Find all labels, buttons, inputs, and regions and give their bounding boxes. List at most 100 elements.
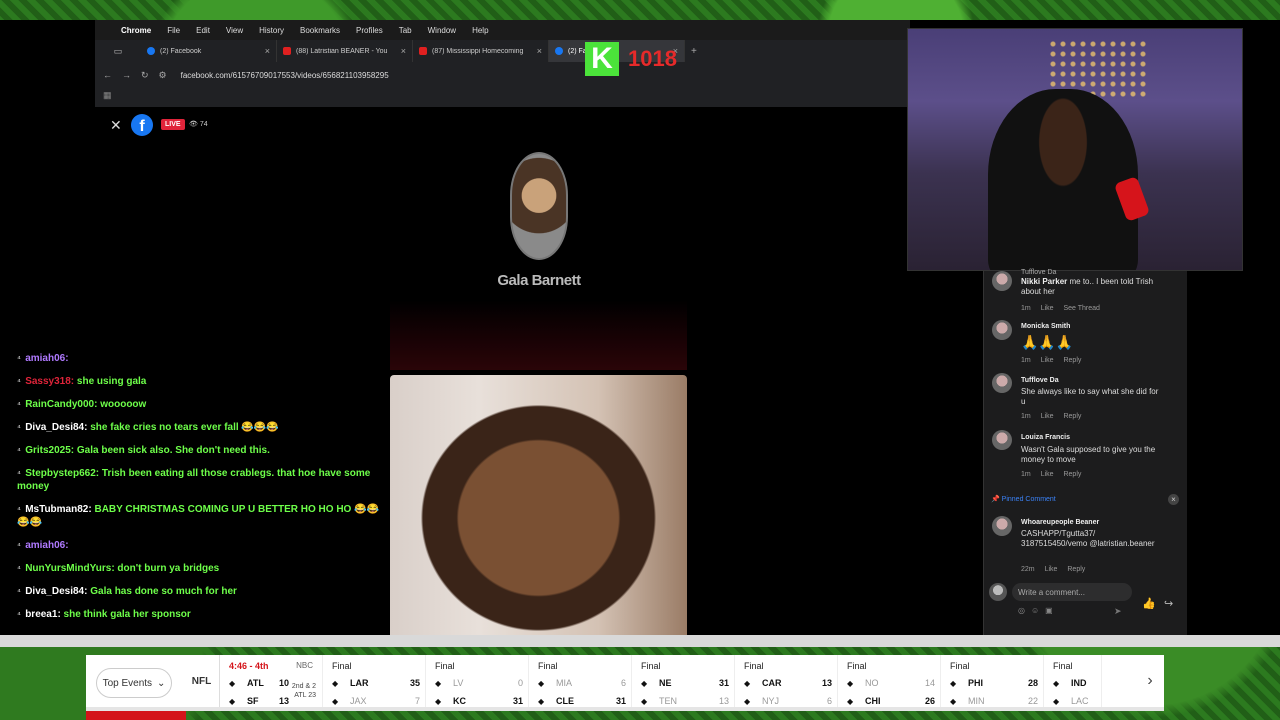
chat-username[interactable]: RainCandy000 [25,399,94,410]
chat-message: ⁴ MsTubman82: BABY CHRISTMAS COMING UP U… [17,503,382,529]
eye-icon: 👁 [189,121,200,128]
like-link[interactable]: Like [1041,305,1054,312]
tab-close-icon[interactable]: × [401,46,406,56]
forward-icon[interactable]: → [122,70,131,80]
game-status: Final [435,661,455,671]
reply-to-name[interactable]: Nikki Parker [1021,277,1067,286]
menu-profiles[interactable]: Profiles [356,26,383,35]
chat-username[interactable]: NunYursMindYurs [25,563,111,574]
facebook-logo-icon[interactable]: f [131,114,153,136]
gif-icon[interactable]: ▣ [1045,606,1059,615]
chat-username[interactable]: amiah06 [25,540,65,551]
see-thread-link[interactable]: See Thread [1063,305,1099,312]
site-info-icon[interactable]: ⚙ [159,70,167,81]
comment-author[interactable]: Whoareupeople Beaner [1021,519,1099,526]
url-text[interactable]: facebook.com/61576709017553/videos/65682… [181,71,389,80]
like-link[interactable]: Like [1041,413,1054,420]
tab-facebook-1[interactable]: (2) Facebook × [141,40,277,62]
comment-author[interactable]: Louiza Francis [1021,434,1070,441]
chat-username[interactable]: Grits2025 [25,445,71,456]
chat-username[interactable]: Sassy318 [25,376,71,387]
facebook-favicon-icon [147,47,155,55]
chat-username[interactable]: amiah06 [25,353,65,364]
top-events-dropdown[interactable]: Top Events ⌄ [96,668,172,698]
ticker-game[interactable]: 4:46 - 4th NBC ◆ ATL 10 ◆ SF 13 2nd & 2 ATL 23 [220,655,323,707]
comment-input[interactable] [1012,583,1132,601]
menu-help[interactable]: Help [472,26,488,35]
chat-text: don't burn ya bridges [117,563,220,574]
menu-view[interactable]: View [226,26,243,35]
reply-link[interactable]: Reply [1067,566,1085,573]
ticker-game[interactable]: Final ◆ LV 0 ◆ KC 31 [426,655,529,707]
ticker-game[interactable]: Final ◆ IND ◆ LAC [1044,655,1102,707]
tab-youtube-2[interactable]: (87) Mississippi Homecoming × [413,40,549,62]
emoji-icon[interactable]: ☺ [1031,606,1045,615]
tab-search-icon[interactable]: ▭ [95,40,141,62]
new-tab-icon[interactable]: + [691,46,697,57]
team-score: 26 [924,696,935,706]
chat-badge-icon: ⁴ [17,446,24,455]
thumbs-up-icon[interactable]: 👍 [1142,597,1156,610]
chat-username[interactable]: breea1 [25,609,57,620]
browser-window: ▭ (2) Facebook × (88) Latristian BEANER … [95,40,910,107]
tab-close-icon[interactable]: × [265,46,270,56]
chat-username[interactable]: Diva_Desi84 [25,586,84,597]
menu-file[interactable]: File [167,26,180,35]
avatar[interactable] [992,373,1012,393]
reply-link[interactable]: Reply [1063,357,1081,364]
comment-author[interactable]: Monicka Smith [1021,323,1070,330]
chat-username[interactable]: Stepbystep662 [25,468,96,479]
menu-history[interactable]: History [259,26,284,35]
team-row: ◆ NYJ 6 [744,696,832,706]
send-icon[interactable]: ➤ [1114,606,1122,617]
kick-logo-icon: K [585,42,619,76]
chat-message: ⁴ Diva_Desi84: she fake cries no tears e… [17,421,382,434]
menu-tab[interactable]: Tab [399,26,412,35]
sticker-icon[interactable]: ◎ [1018,606,1031,615]
ticker-game[interactable]: Final ◆ NO 14 ◆ CHI 26 [838,655,941,707]
team-logo-icon: ◆ [435,696,442,706]
chat-username[interactable]: MsTubman82 [25,504,88,515]
team-logo-icon: ◆ [641,678,648,688]
close-pinned-icon[interactable]: × [1168,494,1179,505]
comment-author[interactable]: Tufflove Da [1021,377,1059,384]
avatar[interactable] [992,516,1012,536]
like-link[interactable]: Like [1045,566,1058,573]
team-row: ◆ IND [1053,678,1098,688]
chat-badge-icon: ⁴ [17,587,24,596]
reply-link[interactable]: Reply [1063,413,1081,420]
ticker-game[interactable]: Final ◆ CAR 13 ◆ NYJ 6 [735,655,838,707]
menu-bookmarks[interactable]: Bookmarks [300,26,340,35]
avatar[interactable] [992,271,1012,291]
team-logo-icon: ◆ [229,696,236,706]
like-link[interactable]: Like [1041,357,1054,364]
tab-youtube-1[interactable]: (88) Latristian BEANER - You × [277,40,413,62]
avatar[interactable] [992,320,1012,340]
ticker-game[interactable]: Final ◆ MIA 6 ◆ CLE 31 [529,655,632,707]
close-icon[interactable]: ✕ [110,117,122,134]
game-status: Final [744,661,764,671]
reload-icon[interactable]: ↻ [141,70,149,81]
chat-username[interactable]: Diva_Desi84 [25,422,84,433]
league-label[interactable]: NFL [184,655,220,707]
game-status: Final [641,661,661,671]
kick-count: 1018 [628,46,677,71]
chevron-right-icon[interactable]: › [1136,655,1164,707]
team-row: ◆ LV 0 [435,678,523,688]
ticker-game[interactable]: Final ◆ PHI 28 ◆ MIN 22 [941,655,1044,707]
like-link[interactable]: Like [1041,471,1054,478]
ticker-game[interactable]: Final ◆ LAR 35 ◆ JAX 7 [323,655,426,707]
apps-grid-icon[interactable]: ▦ [103,90,112,101]
team-row: ◆ JAX 7 [332,696,420,706]
menu-edit[interactable]: Edit [196,26,210,35]
back-icon[interactable]: ← [103,70,112,80]
share-icon[interactable]: ↪ [1164,597,1173,610]
menu-window[interactable]: Window [428,26,456,35]
ticker-game[interactable]: Final ◆ NE 31 ◆ TEN 13 [632,655,735,707]
reply-link[interactable]: Reply [1063,471,1081,478]
avatar[interactable] [992,430,1012,450]
tab-close-icon[interactable]: × [537,46,542,56]
team-logo-icon: ◆ [744,678,751,688]
menubar-app-name[interactable]: Chrome [121,26,151,35]
comment-author[interactable]: Tufflove Da [1021,269,1056,276]
